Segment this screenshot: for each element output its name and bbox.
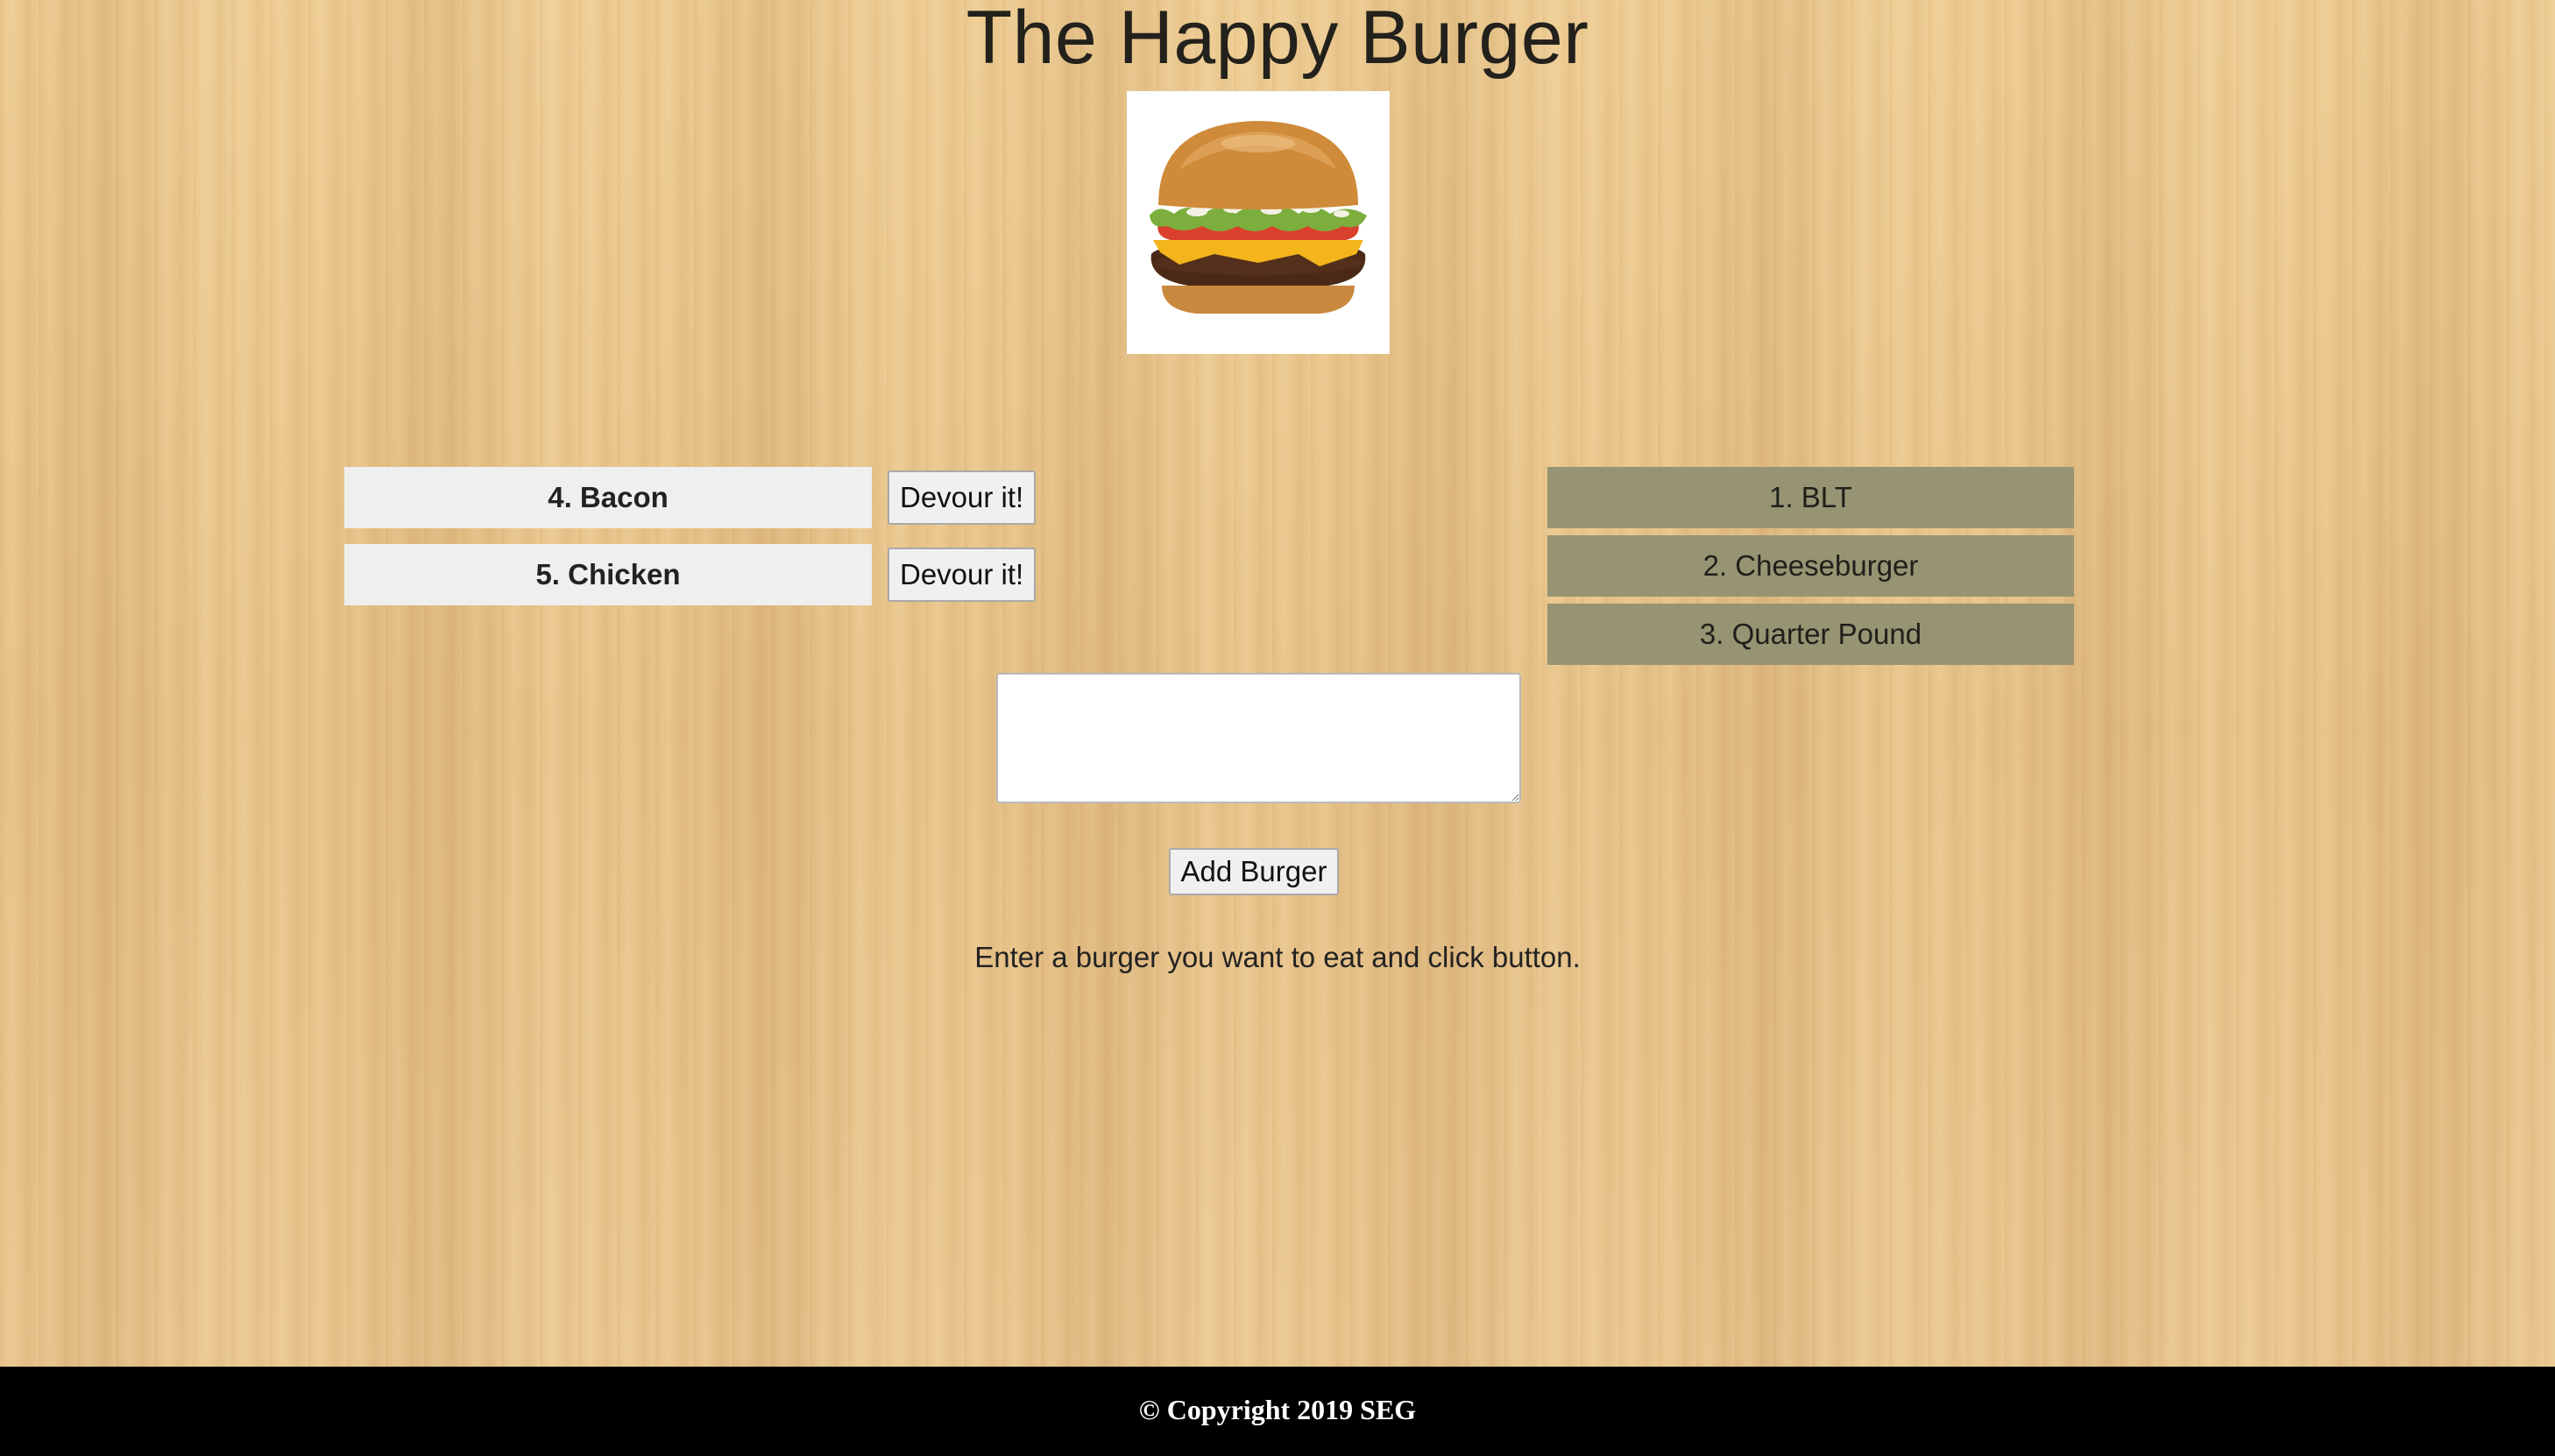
burgers-to-eat-list: 4. Bacon Devour it! 5. Chicken Devour it… (344, 467, 1037, 621)
burger-name-input[interactable] (996, 673, 1521, 803)
devour-button[interactable]: Devour it! (888, 470, 1037, 525)
burger-image (1127, 91, 1390, 354)
footer: © Copyright 2019 SEG (0, 1367, 2555, 1456)
devoured-burgers-list: 1. BLT 2. Cheeseburger 3. Quarter Pound (1547, 467, 2074, 672)
page-title: The Happy Burger (966, 0, 1589, 80)
add-burger-button[interactable]: Add Burger (1169, 848, 1339, 895)
copyright-text: © Copyright 2019 SEG (1138, 1394, 1417, 1425)
devoured-item: 3. Quarter Pound (1547, 604, 2074, 665)
burger-name: 4. Bacon (344, 467, 872, 528)
burger-name: 5. Chicken (344, 544, 872, 605)
devoured-item: 2. Cheeseburger (1547, 535, 2074, 597)
instructions-text: Enter a burger you want to eat and click… (974, 941, 1581, 973)
list-item: 5. Chicken Devour it! (344, 544, 1037, 605)
list-item: 4. Bacon Devour it! (344, 467, 1037, 528)
devour-button[interactable]: Devour it! (888, 548, 1037, 602)
devoured-item: 1. BLT (1547, 467, 2074, 528)
burger-photo-icon (1127, 91, 1390, 354)
